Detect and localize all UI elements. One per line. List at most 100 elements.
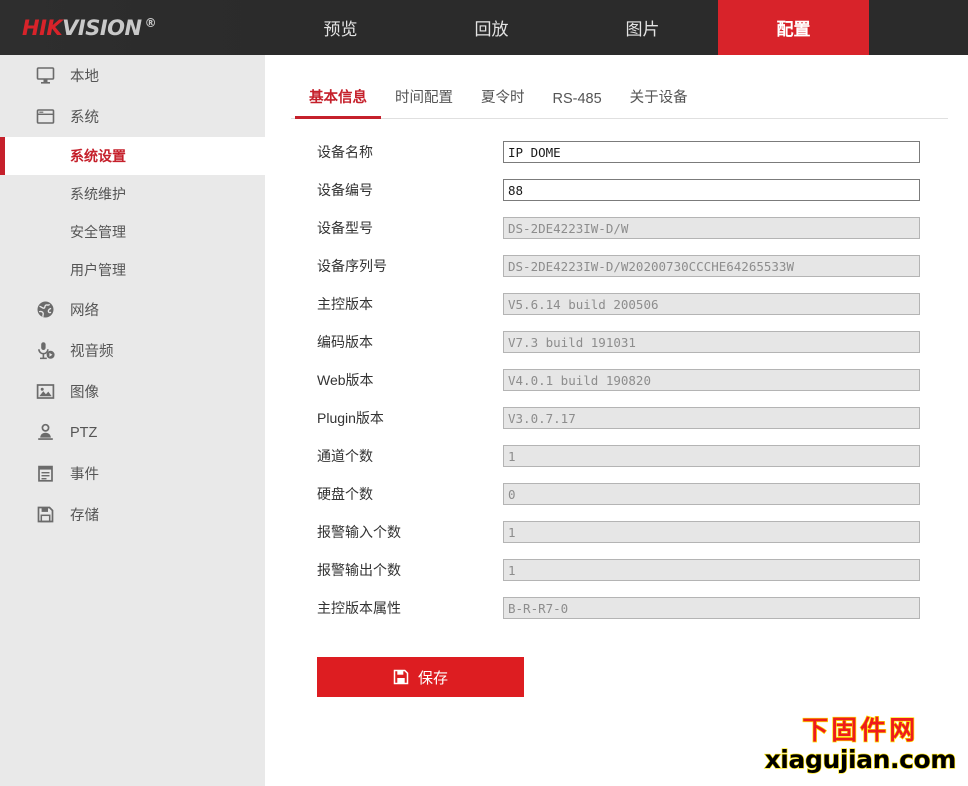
tab-about-device[interactable]: 关于设备 — [616, 86, 702, 118]
encoding-version-input — [503, 331, 920, 353]
tab-rs485[interactable]: RS-485 — [539, 91, 616, 118]
device-model-input — [503, 217, 920, 239]
clipboard-icon — [34, 463, 56, 485]
device-serial-number-input — [503, 255, 920, 277]
sidebar-item-network[interactable]: 网络 — [0, 289, 265, 330]
form-row-alarm-output-count: 报警输出个数 — [317, 551, 968, 589]
form-row-device-name: 设备名称 — [317, 133, 968, 171]
sidebar-item-network-label: 网络 — [70, 303, 99, 319]
watermark-domain-text: xiagujian.com — [764, 745, 957, 774]
sidebar-subitem-system-maintenance-label: 系统维护 — [70, 186, 126, 202]
logo-vision-text: VISION — [62, 15, 142, 40]
logo-hik-text: HIK — [22, 15, 63, 40]
tab-basic-info-label: 基本信息 — [309, 90, 367, 106]
form-row-device-serial-number: 设备序列号 — [317, 247, 968, 285]
form-row-plugin-version: Plugin版本 — [317, 399, 968, 437]
image-icon — [34, 381, 56, 403]
tab-basic-info[interactable]: 基本信息 — [295, 86, 381, 119]
tab-time-settings-label: 时间配置 — [395, 90, 453, 106]
save-button-label: 保存 — [417, 669, 448, 687]
sidebar-item-system[interactable]: 系统 — [0, 96, 265, 137]
device-name-input[interactable] — [503, 141, 920, 163]
nav-picture-label: 图片 — [625, 20, 660, 39]
device-name-label: 设备名称 — [317, 144, 373, 160]
tab-about-device-label: 关于设备 — [629, 90, 688, 106]
microphone-icon — [34, 340, 56, 362]
sidebar-item-storage-label: 存储 — [70, 508, 99, 524]
sidebar-item-video-audio-label: 视音频 — [70, 344, 114, 360]
form-row-channel-count: 通道个数 — [317, 437, 968, 475]
nav-preview-label: 预览 — [323, 20, 358, 39]
channel-count-label: 通道个数 — [317, 448, 373, 464]
sidebar-subitem-user-management-label: 用户管理 — [70, 262, 126, 278]
form-row-device-model: 设备型号 — [317, 209, 968, 247]
sidebar-item-system-label: 系统 — [70, 110, 99, 126]
form-row-main-version-attribute: 主控版本属性 — [317, 589, 968, 627]
registered-trademark-icon: ® — [144, 15, 157, 30]
alarm-output-count-label: 报警输出个数 — [317, 562, 401, 578]
sidebar-item-ptz-label: PTZ — [70, 424, 98, 441]
tab-rs485-label: RS-485 — [552, 91, 602, 107]
alarm-input-count-label: 报警输入个数 — [317, 524, 401, 540]
sidebar-subitem-user-management[interactable]: 用户管理 — [0, 251, 265, 289]
device-model-label: 设备型号 — [317, 220, 373, 236]
sidebar-item-local[interactable]: 本地 — [0, 55, 265, 96]
encoding-version-label: 编码版本 — [317, 334, 373, 350]
basic-info-form: 设备名称设备编号设备型号设备序列号主控版本编码版本 Web版本 Plugin版本通道… — [265, 133, 968, 627]
sidebar-item-video-audio[interactable]: 视音频 — [0, 330, 265, 371]
channel-count-input — [503, 445, 920, 467]
floppy-disk-icon — [34, 504, 56, 526]
form-row-hdd-count: 硬盘个数 — [317, 475, 968, 513]
form-actions: 保存 — [265, 657, 968, 697]
save-button[interactable]: 保存 — [317, 657, 524, 697]
web-version-input — [503, 369, 920, 391]
content-tabs: 基本信息 时间配置 夏令时 RS-485 关于设备 — [291, 73, 948, 119]
globe-icon — [34, 299, 56, 321]
sidebar-item-ptz[interactable]: PTZ — [0, 412, 265, 453]
nav-playback[interactable]: 回放 — [416, 0, 567, 55]
device-number-label: 设备编号 — [317, 182, 373, 198]
sidebar-item-image[interactable]: 图像 — [0, 371, 265, 412]
tab-dst[interactable]: 夏令时 — [467, 86, 539, 118]
sidebar-item-local-label: 本地 — [70, 69, 99, 85]
app-root: HIKVISION ® 预览 回放 图片 配置 本地系统系统设置系统维护安全管理用户管理… — [0, 0, 968, 786]
sidebar-item-event[interactable]: 事件 — [0, 453, 265, 494]
hikvision-logo-text: HIKVISION ® — [22, 15, 157, 40]
floppy-disk-icon — [393, 669, 409, 685]
main-firmware-version-label: 主控版本 — [317, 296, 373, 312]
form-row-device-number: 设备编号 — [317, 171, 968, 209]
sidebar-navigation: 本地系统系统设置系统维护安全管理用户管理网络视音频图像 PTZ 事件存储 — [0, 55, 265, 786]
form-row-web-version: Web版本 — [317, 361, 968, 399]
main-content: 基本信息 时间配置 夏令时 RS-485 关于设备 设备名称设备编号设备型号设备序列号主… — [265, 55, 968, 786]
main-version-attribute-input — [503, 597, 920, 619]
tab-dst-label: 夏令时 — [481, 90, 525, 106]
plugin-version-input — [503, 407, 920, 429]
form-row-encoding-version: 编码版本 — [317, 323, 968, 361]
hdd-count-input — [503, 483, 920, 505]
device-serial-number-label: 设备序列号 — [317, 258, 387, 274]
sidebar-item-event-label: 事件 — [70, 467, 99, 483]
sidebar-subitem-system-settings[interactable]: 系统设置 — [0, 137, 265, 175]
sidebar-subitem-system-maintenance[interactable]: 系统维护 — [0, 175, 265, 213]
nav-picture[interactable]: 图片 — [567, 0, 718, 55]
nav-preview[interactable]: 预览 — [265, 0, 416, 55]
alarm-input-count-input — [503, 521, 920, 543]
nav-configuration[interactable]: 配置 — [718, 0, 869, 55]
main-version-attribute-label: 主控版本属性 — [317, 600, 401, 616]
sidebar-item-image-label: 图像 — [70, 385, 99, 401]
window-icon — [34, 106, 56, 128]
form-row-alarm-input-count: 报警输入个数 — [317, 513, 968, 551]
sidebar-subitem-security-management[interactable]: 安全管理 — [0, 213, 265, 251]
form-row-main-firmware-version: 主控版本 — [317, 285, 968, 323]
brand-logo: HIKVISION ® — [0, 0, 265, 55]
site-watermark: 下固件网 xiagujian.com — [764, 716, 957, 774]
plugin-version-label: Plugin版本 — [317, 410, 384, 426]
web-version-label: Web版本 — [317, 372, 374, 388]
sidebar-subitem-security-management-label: 安全管理 — [70, 224, 126, 240]
hdd-count-label: 硬盘个数 — [317, 486, 373, 502]
nav-configuration-label: 配置 — [776, 20, 811, 39]
tab-time-settings[interactable]: 时间配置 — [381, 86, 467, 118]
device-number-input[interactable] — [503, 179, 920, 201]
sidebar-item-storage[interactable]: 存储 — [0, 494, 265, 535]
watermark-chinese-text: 下固件网 — [802, 716, 919, 746]
